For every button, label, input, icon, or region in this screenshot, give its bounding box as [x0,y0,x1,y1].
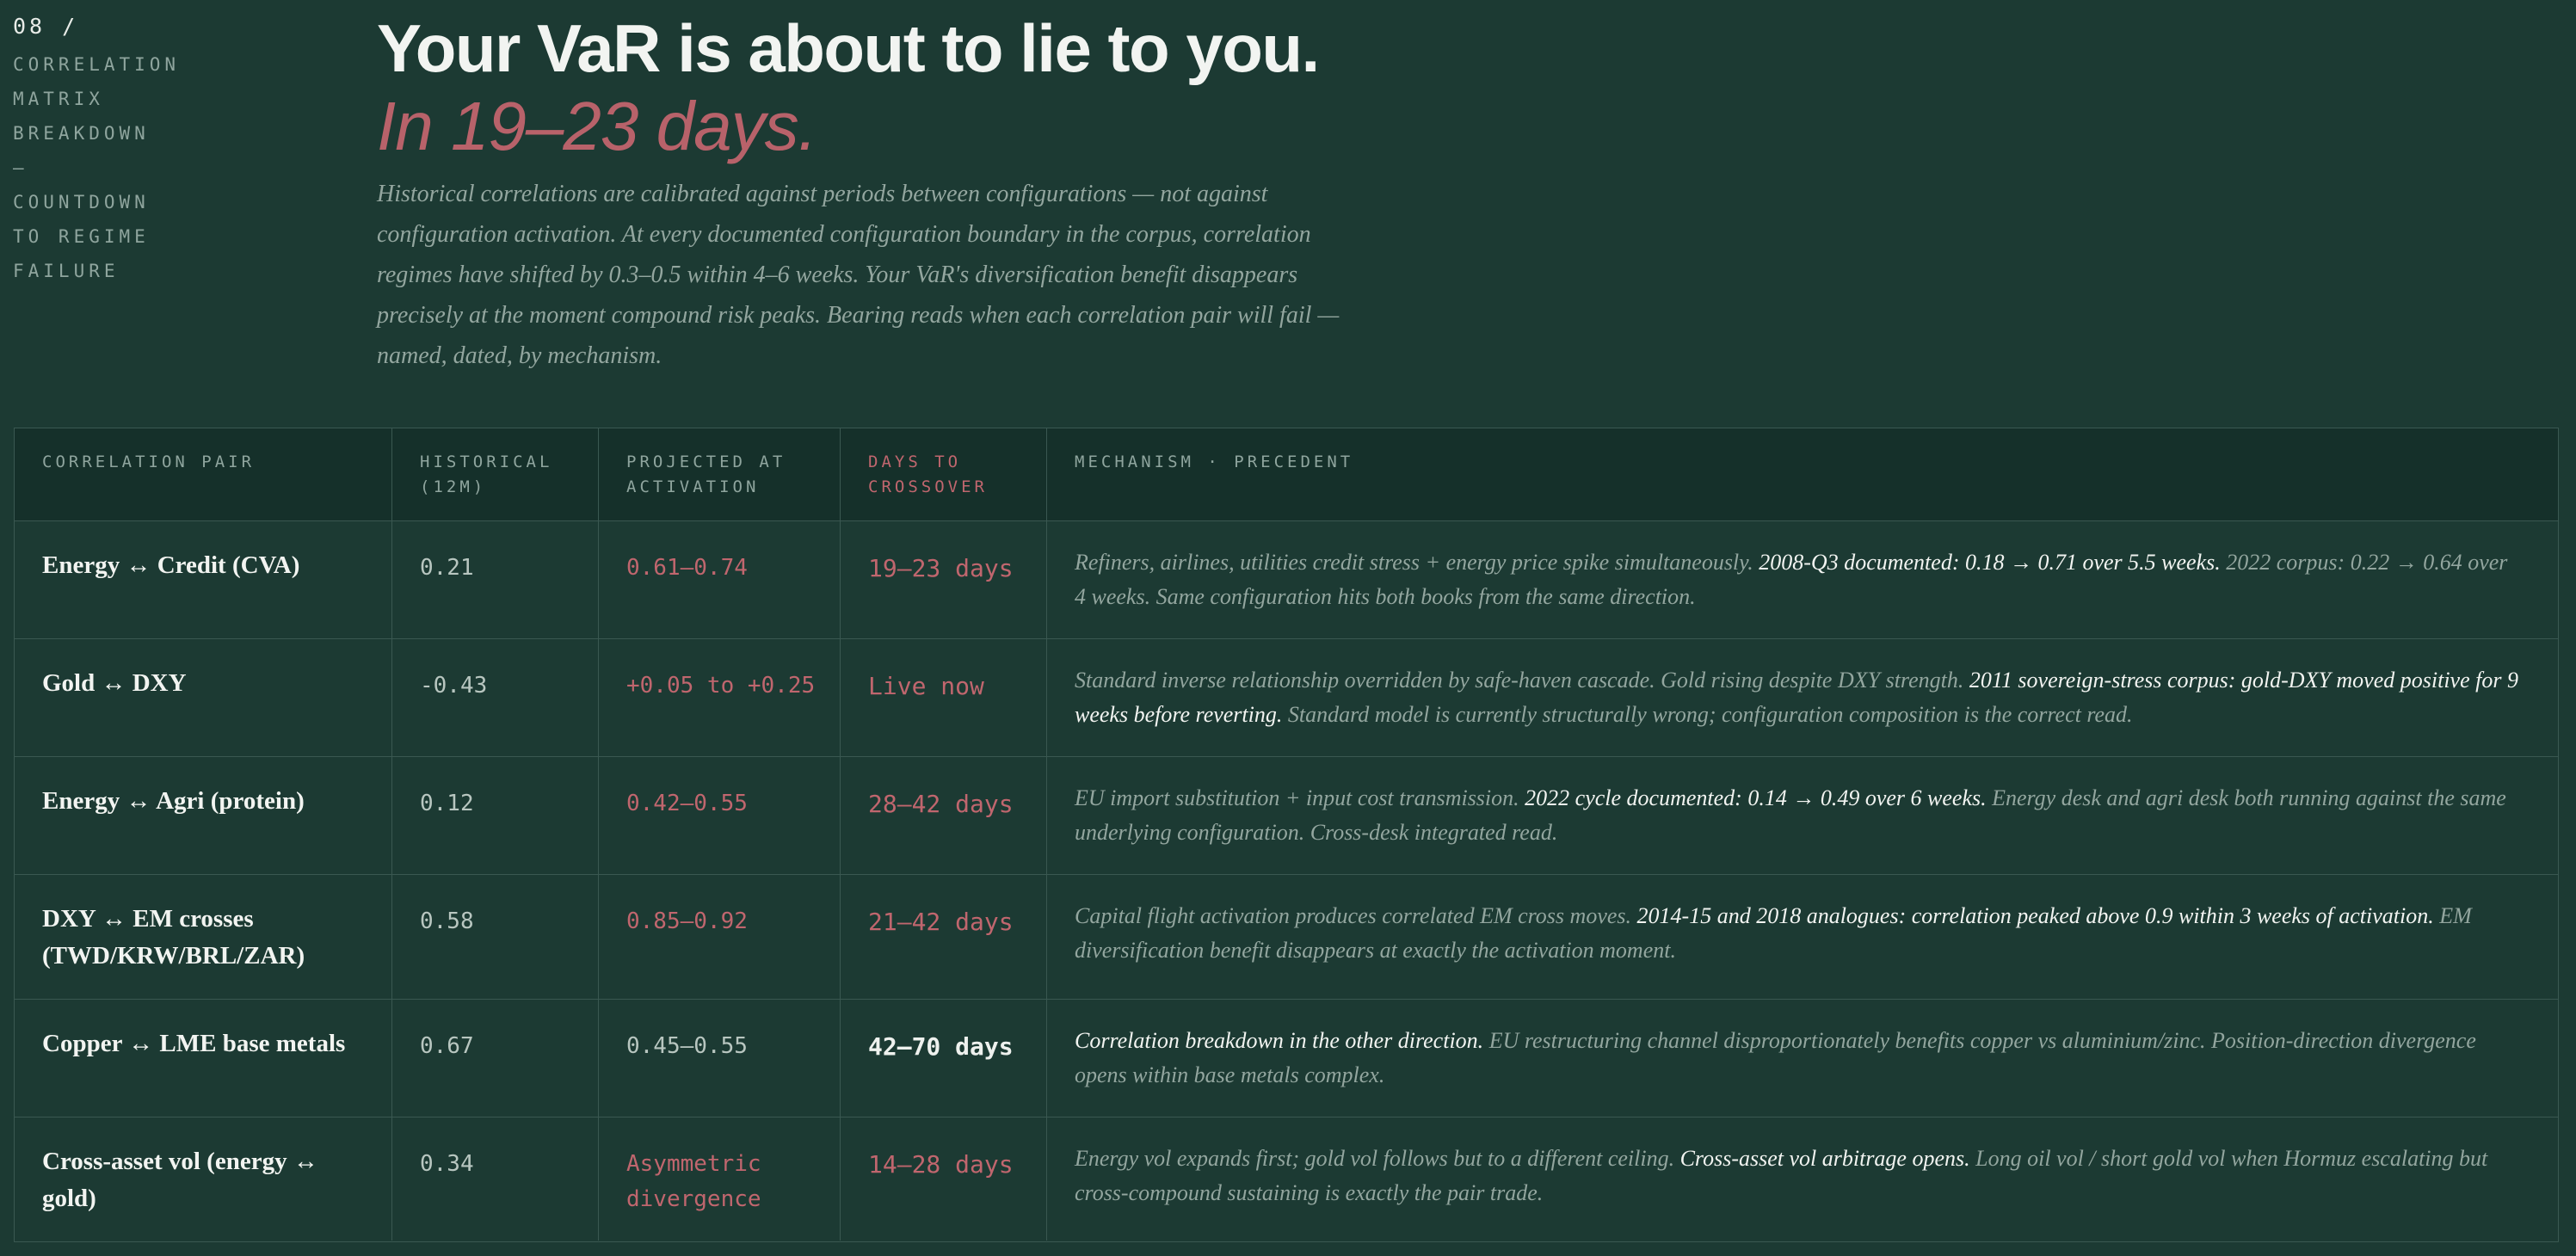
header-historical: HISTORICAL (12M) [392,428,599,520]
mechanism-highlight: Correlation breakdown in the other direc… [1075,1028,1484,1053]
pair-name: DXY ↔ EM crosses (TWD/KRW/BRL/ZAR) [15,875,392,999]
mechanism-text: Correlation breakdown in the other direc… [1047,1000,2558,1117]
header-pair: CORRELATION PAIR [15,428,392,520]
table-row: DXY ↔ EM crosses (TWD/KRW/BRL/ZAR) 0.58 … [15,875,2558,1000]
header-projected: PROJECTED AT ACTIVATION [599,428,841,520]
mechanism-part: Standard model is currently structurally… [1282,702,2133,727]
historical-value: 0.34 [392,1117,599,1241]
mechanism-text: EU import substitution + input cost tran… [1047,757,2558,874]
pair-name: Gold ↔ DXY [15,639,392,756]
pair-name: Cross-asset vol (energy ↔ gold) [15,1117,392,1241]
header-mechanism: MECHANISM · PRECEDENT [1075,453,1354,471]
lede-paragraph: Historical correlations are calibrated a… [377,181,1340,369]
mechanism-part: Energy vol expands first; gold vol follo… [1075,1146,1680,1171]
table-header: CORRELATION PAIR HISTORICAL (12M) PROJEC… [15,428,2558,521]
table-row: Energy ↔ Agri (protein) 0.12 0.42–0.55 2… [15,757,2558,875]
days-to-crossover: 42–70 days [841,1000,1047,1117]
section-label-line: BREAKDOWN [13,123,150,144]
section-label: 08 / CORRELATION MATRIX BREAKDOWN — COUN… [13,14,237,288]
mechanism-highlight: 2014-15 and 2018 analogues: correlation … [1636,903,2434,928]
historical-value: 0.21 [392,521,599,638]
mechanism-part: Refiners, airlines, utilities credit str… [1075,550,1759,575]
mechanism-part: Capital flight activation produces corre… [1075,903,1637,928]
table-row: Energy ↔ Credit (CVA) 0.21 0.61–0.74 19–… [15,521,2558,639]
mechanism-part: EU import substitution + input cost tran… [1075,785,1525,810]
mechanism-part: Standard inverse relationship overridden… [1075,668,1969,693]
section-label-line: CORRELATION [13,54,181,75]
historical-value: -0.43 [392,639,599,756]
headline: Your VaR is about to lie to you. [377,10,1320,86]
mechanism-text: Capital flight activation produces corre… [1047,875,2558,999]
hero: Your VaR is about to lie to you. In 19–2… [377,7,1444,376]
projected-value: 0.42–0.55 [599,757,841,874]
projected-value: 0.61–0.74 [599,521,841,638]
historical-value: 0.67 [392,1000,599,1117]
pair-name: Energy ↔ Agri (protein) [15,757,392,874]
section-label-line: COUNTDOWN [13,192,150,212]
subhead: In 19–23 days. [377,88,817,164]
table-row: Cross-asset vol (energy ↔ gold) 0.34 Asy… [15,1117,2558,1241]
header-days: DAYS TO CROSSOVER [841,428,1047,520]
pair-name: Energy ↔ Credit (CVA) [15,521,392,638]
projected-value: 0.45–0.55 [599,1000,841,1117]
mechanism-highlight: 2008-Q3 documented: 0.18 → 0.71 over 5.5… [1759,550,2221,575]
projected-value: +0.05 to +0.25 [599,639,841,756]
mechanism-highlight: Cross-asset vol arbitrage opens. [1679,1146,1970,1171]
days-to-crossover: 28–42 days [841,757,1047,874]
section-label-line: TO REGIME [13,226,150,247]
mechanism-text: Energy vol expands first; gold vol follo… [1047,1117,2558,1241]
days-to-crossover: Live now [841,639,1047,756]
mechanism-text: Refiners, airlines, utilities credit str… [1047,521,2558,638]
historical-value: 0.58 [392,875,599,999]
section-number: 08 / [13,14,79,39]
days-to-crossover: 21–42 days [841,875,1047,999]
mechanism-highlight: 2022 cycle documented: 0.14 → 0.49 over … [1525,785,1987,810]
table-row: Gold ↔ DXY -0.43 +0.05 to +0.25 Live now… [15,639,2558,757]
projected-value: Asymmetric divergence [599,1117,841,1241]
pair-name: Copper ↔ LME base metals [15,1000,392,1117]
table-row: Copper ↔ LME base metals 0.67 0.45–0.55 … [15,1000,2558,1117]
mechanism-text: Standard inverse relationship overridden… [1047,639,2558,756]
projected-value: 0.85–0.92 [599,875,841,999]
section-label-line: FAILURE [13,261,120,281]
section-label-line: MATRIX [13,89,104,109]
days-to-crossover: 14–28 days [841,1117,1047,1241]
historical-value: 0.12 [392,757,599,874]
correlation-table: CORRELATION PAIR HISTORICAL (12M) PROJEC… [14,428,2559,1242]
section-label-line: — [13,157,28,178]
days-to-crossover: 19–23 days [841,521,1047,638]
